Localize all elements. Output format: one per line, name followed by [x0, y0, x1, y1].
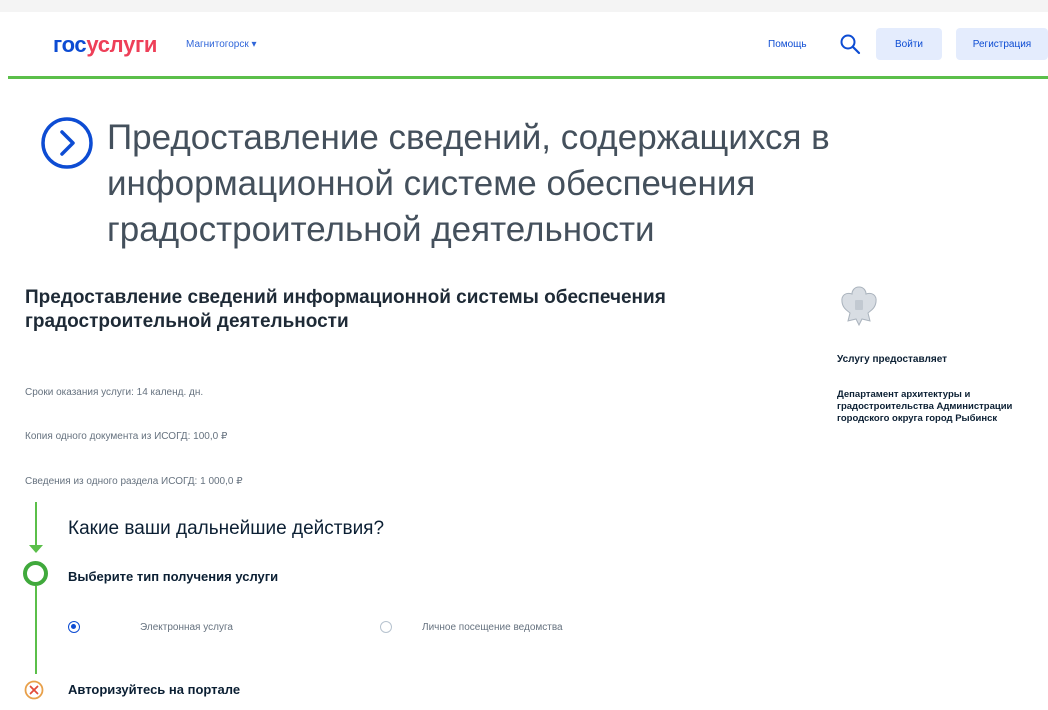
service-name: Предоставление сведений информационной с… [25, 287, 666, 332]
city-selector[interactable]: Магнитогорск ▾ [186, 39, 257, 50]
radio-personal-visit-label: Личное посещение ведомства [422, 621, 563, 633]
step-connector-line [35, 586, 37, 674]
provider-label: Услугу предоставляет [837, 354, 948, 365]
coat-of-arms-icon [841, 286, 877, 327]
provider-name: Департамент архитектуры и градостроитель… [837, 389, 1013, 424]
page-title: Предоставление сведений, содержащихся в … [107, 118, 830, 249]
document-copy-price: Копия одного документа из ИСОГД: 100,0 ₽ [25, 431, 228, 442]
actions-question: Какие ваши дальнейшие действия? [68, 518, 385, 539]
step-select-type-label: Выберите тип получения услуги [68, 569, 279, 584]
step-authorize-label: Авторизуйтесь на портале [68, 682, 241, 697]
logo-part-uslugi: услуги [86, 32, 158, 57]
radio-electronic-label: Электронная услуга [140, 621, 233, 633]
register-button[interactable]: Регистрация [956, 28, 1048, 60]
flow-arrow-line [35, 502, 37, 548]
step-current-icon [23, 561, 48, 586]
site-header: госуслуги Магнитогорск ▾ Помощь Войти Ре… [8, 12, 1048, 79]
logo-part-gos: гос [53, 32, 87, 57]
help-link[interactable]: Помощь [768, 39, 807, 50]
search-icon[interactable] [838, 32, 862, 56]
browser-top-strip [0, 0, 1048, 12]
flow-arrow-head-icon [29, 545, 43, 553]
chevron-right-circle-icon [41, 117, 93, 169]
radio-personal-visit[interactable]: Личное посещение ведомства [380, 621, 563, 633]
close-circle-icon [24, 680, 44, 700]
login-button[interactable]: Войти [876, 28, 942, 60]
service-term-info: Сроки оказания услуги: 14 календ. дн. [25, 387, 204, 398]
radio-electronic-control[interactable] [68, 621, 80, 633]
gosuslugi-logo[interactable]: госуслуги [53, 32, 157, 58]
radio-electronic-service[interactable]: Электронная услуга [68, 621, 233, 633]
radio-personal-visit-control[interactable] [380, 621, 392, 633]
section-info-price: Сведения из одного раздела ИСОГД: 1 000,… [25, 476, 243, 487]
